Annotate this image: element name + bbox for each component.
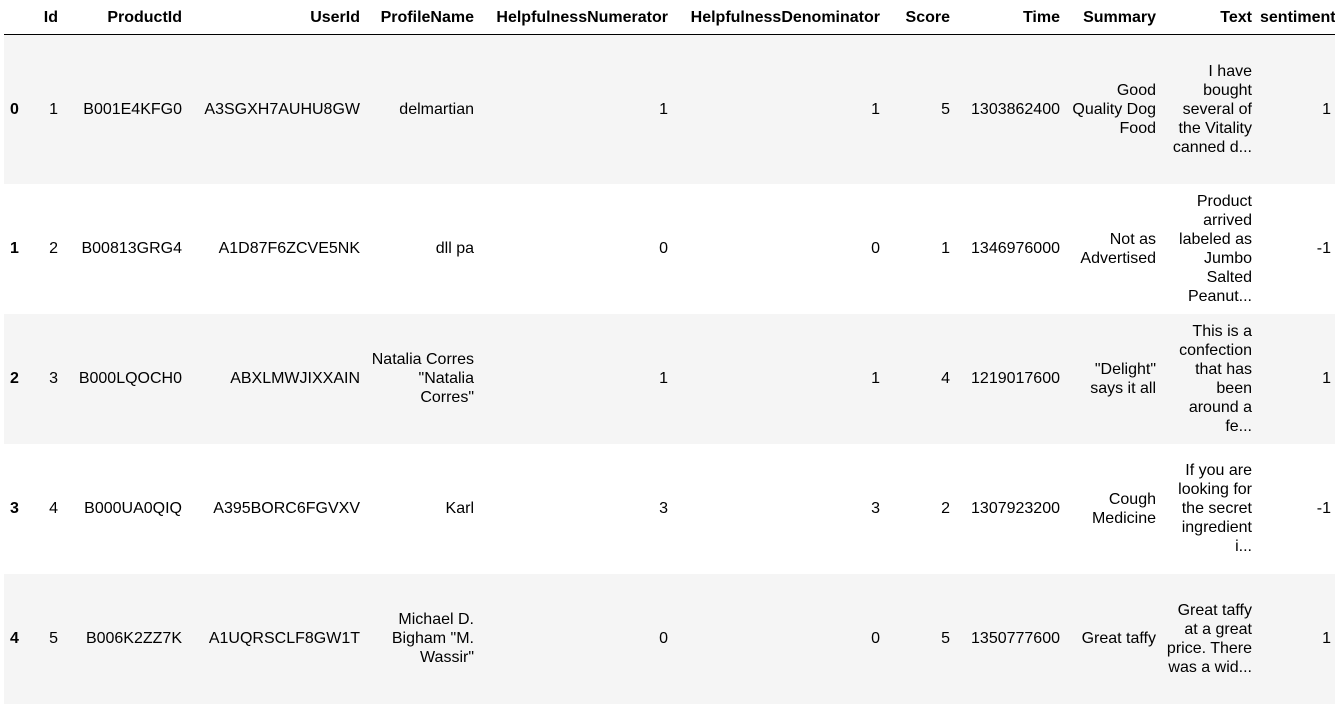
header-time: Time	[954, 0, 1064, 35]
cell-id: 5	[49, 630, 58, 647]
header-userid: UserId	[186, 0, 364, 35]
cell-summary: Not as Advertised	[1080, 230, 1156, 267]
cell-text: Great taffy at a great price. There was …	[1166, 601, 1252, 676]
row-index: 2	[10, 370, 19, 387]
cell-summary: Cough Medicine	[1091, 490, 1156, 527]
row-index: 1	[10, 240, 19, 257]
header-sentiment: sentiment	[1256, 0, 1335, 35]
header-helpfulnessdenominator: HelpfulnessDenominator	[672, 0, 884, 35]
cell-helpfulnessdenominator: 0	[871, 240, 880, 257]
cell-text: Product arrived labeled as Jumbo Salted …	[1179, 192, 1252, 305]
cell-profilename: Karl	[445, 500, 474, 517]
cell-sentiment: 1	[1322, 370, 1331, 387]
cell-time: 1219017600	[971, 370, 1060, 387]
cell-userid: A3SGXH7AUHU8GW	[204, 100, 360, 118]
cell-userid: ABXLMWJIXXAIN	[230, 370, 360, 387]
table-row: 4 5 B006K2ZZ7K A1UQRSCLF8GW1T Michael D.…	[4, 573, 1335, 704]
table-row: 2 3 B000LQOCH0 ABXLMWJIXXAIN Natalia Cor…	[4, 313, 1335, 444]
cell-helpfulnessdenominator: 1	[871, 100, 880, 118]
header-summary: Summary	[1064, 0, 1160, 35]
cell-userid: A395BORC6FGVXV	[213, 500, 360, 517]
cell-time: 1303862400	[971, 100, 1060, 118]
row-index: 4	[10, 630, 19, 647]
cell-sentiment: 1	[1322, 630, 1331, 647]
table-header: Id ProductId UserId ProfileName Helpfuln…	[4, 0, 1335, 35]
cell-productid: B00813GRG4	[81, 240, 182, 257]
cell-helpfulnessnumerator: 3	[659, 500, 668, 517]
header-productid: ProductId	[62, 0, 186, 35]
cell-sentiment: -1	[1316, 240, 1331, 257]
cell-userid: A1UQRSCLF8GW1T	[208, 630, 360, 647]
cell-productid: B006K2ZZ7K	[85, 630, 182, 647]
cell-profilename: Natalia Corres "Natalia Corres"	[371, 351, 474, 406]
cell-helpfulnessnumerator: 1	[659, 100, 668, 118]
cell-text: If you are looking for the secret ingred…	[1178, 462, 1252, 555]
cell-id: 4	[49, 500, 58, 517]
cell-id: 2	[49, 240, 58, 257]
cell-time: 1350777600	[971, 630, 1060, 647]
cell-helpfulnessnumerator: 1	[659, 370, 668, 387]
cell-productid: B000UA0QIQ	[84, 500, 182, 517]
cell-profilename: Michael D. Bigham "M. Wassir"	[391, 611, 474, 666]
cell-time: 1307923200	[971, 500, 1060, 517]
cell-id: 3	[49, 370, 58, 387]
row-index: 3	[10, 500, 19, 517]
header-row: Id ProductId UserId ProfileName Helpfuln…	[4, 0, 1335, 35]
header-score: Score	[884, 0, 954, 35]
cell-userid: A1D87F6ZCVE5NK	[218, 240, 360, 257]
table-row: 0 1 B001E4KFG0 A3SGXH7AUHU8GW delmartian…	[4, 34, 1335, 184]
dataframe-table: Id ProductId UserId ProfileName Helpfuln…	[4, 0, 1335, 704]
header-index	[4, 0, 26, 35]
cell-score: 5	[941, 630, 950, 647]
cell-score: 4	[941, 370, 950, 387]
header-id: Id	[26, 0, 62, 35]
table-row: 3 4 B000UA0QIQ A395BORC6FGVXV Karl 3 3 2…	[4, 443, 1335, 574]
cell-id: 1	[49, 100, 58, 118]
cell-sentiment: -1	[1316, 500, 1331, 517]
header-profilename: ProfileName	[364, 0, 478, 35]
cell-summary: Great taffy	[1081, 630, 1156, 647]
cell-productid: B001E4KFG0	[83, 100, 182, 118]
header-helpfulnessnumerator: HelpfulnessNumerator	[478, 0, 672, 35]
cell-summary: "Delight" says it all	[1090, 360, 1156, 397]
header-text: Text	[1160, 0, 1256, 35]
cell-time: 1346976000	[971, 240, 1060, 257]
cell-helpfulnessdenominator: 1	[871, 370, 880, 387]
cell-score: 5	[941, 100, 950, 118]
cell-helpfulnessnumerator: 0	[659, 630, 668, 647]
cell-text: This is a confection that has been aroun…	[1179, 322, 1252, 435]
cell-summary: Good Quality Dog Food	[1072, 81, 1156, 137]
cell-helpfulnessdenominator: 0	[871, 630, 880, 647]
cell-profilename: delmartian	[399, 100, 474, 118]
cell-score: 2	[941, 500, 950, 517]
table-body: 0 1 B001E4KFG0 A3SGXH7AUHU8GW delmartian…	[4, 34, 1335, 704]
cell-score: 1	[941, 240, 950, 257]
cell-productid: B000LQOCH0	[78, 370, 182, 387]
cell-sentiment: 1	[1322, 100, 1331, 118]
row-index: 0	[10, 100, 19, 118]
cell-text: I have bought several of the Vitality ca…	[1172, 62, 1252, 156]
cell-helpfulnessnumerator: 0	[659, 240, 668, 257]
cell-profilename: dll pa	[435, 240, 474, 257]
table-row: 1 2 B00813GRG4 A1D87F6ZCVE5NK dll pa 0 0…	[4, 183, 1335, 314]
cell-helpfulnessdenominator: 3	[871, 500, 880, 517]
